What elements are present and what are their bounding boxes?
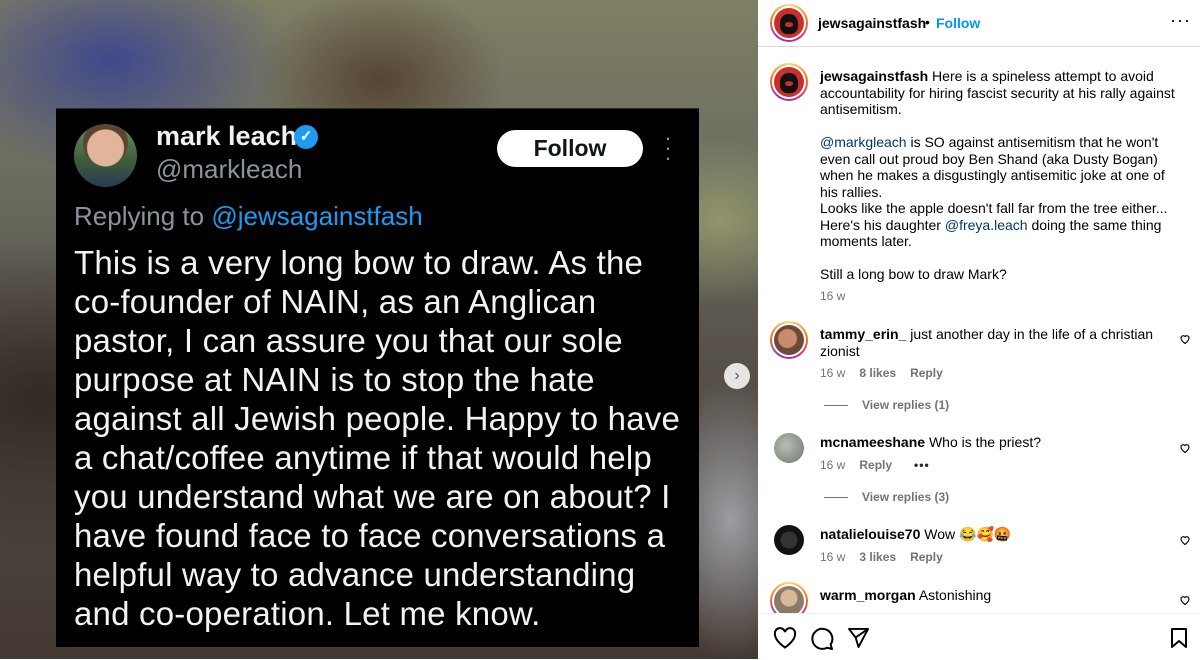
comment-likes[interactable]: 8 likes bbox=[859, 366, 896, 380]
tweet-avatar bbox=[74, 124, 137, 187]
follow-button[interactable]: Follow bbox=[936, 15, 980, 31]
mention-markgleach[interactable]: @markgleach bbox=[820, 134, 907, 150]
comments-list: jewsagainstfash Here is a spineless atte… bbox=[758, 47, 1200, 613]
comment-icon[interactable] bbox=[810, 627, 834, 651]
comment-time: 16 w bbox=[820, 366, 846, 380]
post-header: jewsagainstfash • Follow ··· bbox=[758, 0, 1200, 47]
comment-text: warm_morgan Astonishing bbox=[820, 587, 1170, 604]
comment-text: mcnameeshane Who is the priest? bbox=[820, 434, 1170, 451]
caption-username[interactable]: jewsagainstfash bbox=[820, 68, 928, 84]
hamsa-icon bbox=[780, 73, 798, 94]
tweet-name: mark leach bbox=[156, 121, 298, 151]
share-icon[interactable] bbox=[847, 627, 870, 649]
chevron-right-icon[interactable]: › bbox=[724, 363, 750, 389]
comment-username[interactable]: natalielouise70 bbox=[820, 526, 920, 542]
comment-meta: 16 w Reply ••• bbox=[820, 458, 930, 472]
caption-avatar[interactable] bbox=[770, 63, 808, 101]
comment-time: 16 w bbox=[820, 458, 846, 472]
header-username[interactable]: jewsagainstfash bbox=[818, 15, 926, 31]
view-replies-label: View replies (3) bbox=[862, 490, 950, 504]
comment-text: natalielouise70 Wow 😂🥰🤬 bbox=[820, 526, 1170, 543]
tweet-replying-to: Replying to @jewsagainstfash bbox=[74, 201, 423, 232]
reply-button[interactable]: Reply bbox=[910, 366, 943, 380]
comment-avatar[interactable] bbox=[774, 525, 804, 555]
heart-icon[interactable] bbox=[1179, 594, 1191, 606]
heart-icon[interactable] bbox=[1179, 442, 1191, 454]
bookmark-icon[interactable] bbox=[1170, 627, 1188, 649]
comment-username[interactable]: warm_morgan bbox=[820, 587, 916, 603]
tweet-more-icon: · · · bbox=[664, 125, 672, 170]
caption-p1: jewsagainstfash Here is a spineless atte… bbox=[820, 68, 1180, 118]
comment-body: Astonishing bbox=[918, 587, 992, 603]
comment-text: tammy_erin_ just another day in the life… bbox=[820, 326, 1170, 359]
caption-p4: Still a long bow to draw Mark? bbox=[820, 266, 1007, 282]
tweet-handle: @markleach bbox=[156, 154, 303, 184]
comment-meta: 16 w 3 likes Reply bbox=[820, 550, 943, 564]
comment-body: Who is the priest? bbox=[928, 434, 1042, 450]
caption-p3: Looks like the apple doesn't fall far fr… bbox=[820, 200, 1180, 250]
comment-more-icon[interactable]: ••• bbox=[914, 458, 930, 472]
tweet-body: This is a very long bow to draw. As the … bbox=[74, 244, 681, 632]
heart-icon[interactable] bbox=[773, 627, 797, 649]
replying-handle: @jewsagainstfash bbox=[211, 201, 423, 231]
action-bar bbox=[758, 613, 1200, 660]
tweet-screenshot: mark leach ✓ @markleach Follow · · · Reply… bbox=[56, 108, 699, 647]
comment-avatar[interactable] bbox=[770, 582, 808, 613]
comments-panel: jewsagainstfash • Follow ··· jewsagainst… bbox=[758, 0, 1200, 659]
reply-button[interactable]: Reply bbox=[910, 550, 943, 564]
comment-likes[interactable]: 3 likes bbox=[859, 550, 896, 564]
comment-body: Wow 😂🥰🤬 bbox=[924, 526, 1012, 542]
reply-button[interactable]: Reply bbox=[859, 458, 892, 472]
replying-prefix: Replying to bbox=[74, 201, 205, 231]
view-replies-button[interactable]: View replies (3) bbox=[824, 490, 949, 504]
tweet-follow-button: Follow bbox=[497, 130, 643, 167]
mention-freya-leach[interactable]: @freya.leach bbox=[945, 217, 1028, 233]
comment-meta: 16 w 8 likes Reply bbox=[820, 366, 943, 380]
view-replies-label: View replies (1) bbox=[862, 398, 950, 412]
verified-icon: ✓ bbox=[294, 125, 318, 149]
header-avatar[interactable] bbox=[770, 4, 808, 42]
comment-avatar[interactable] bbox=[770, 321, 808, 359]
caption-time: 16 w bbox=[820, 289, 846, 303]
caption-p2: @markgleach is SO against antisemitism t… bbox=[820, 134, 1180, 200]
heart-icon[interactable] bbox=[1179, 534, 1191, 546]
comment-username[interactable]: tammy_erin_ bbox=[820, 326, 906, 342]
hamsa-icon bbox=[780, 14, 798, 35]
view-replies-button[interactable]: View replies (1) bbox=[824, 398, 949, 412]
comment-username[interactable]: mcnameeshane bbox=[820, 434, 925, 450]
header-dot: • bbox=[925, 14, 930, 30]
comment-avatar[interactable] bbox=[774, 433, 804, 463]
heart-icon[interactable] bbox=[1179, 333, 1191, 345]
comment-time: 16 w bbox=[820, 550, 846, 564]
more-options-icon[interactable]: ··· bbox=[1170, 10, 1191, 31]
post-media: mark leach ✓ @markleach Follow · · · Reply… bbox=[0, 0, 758, 659]
